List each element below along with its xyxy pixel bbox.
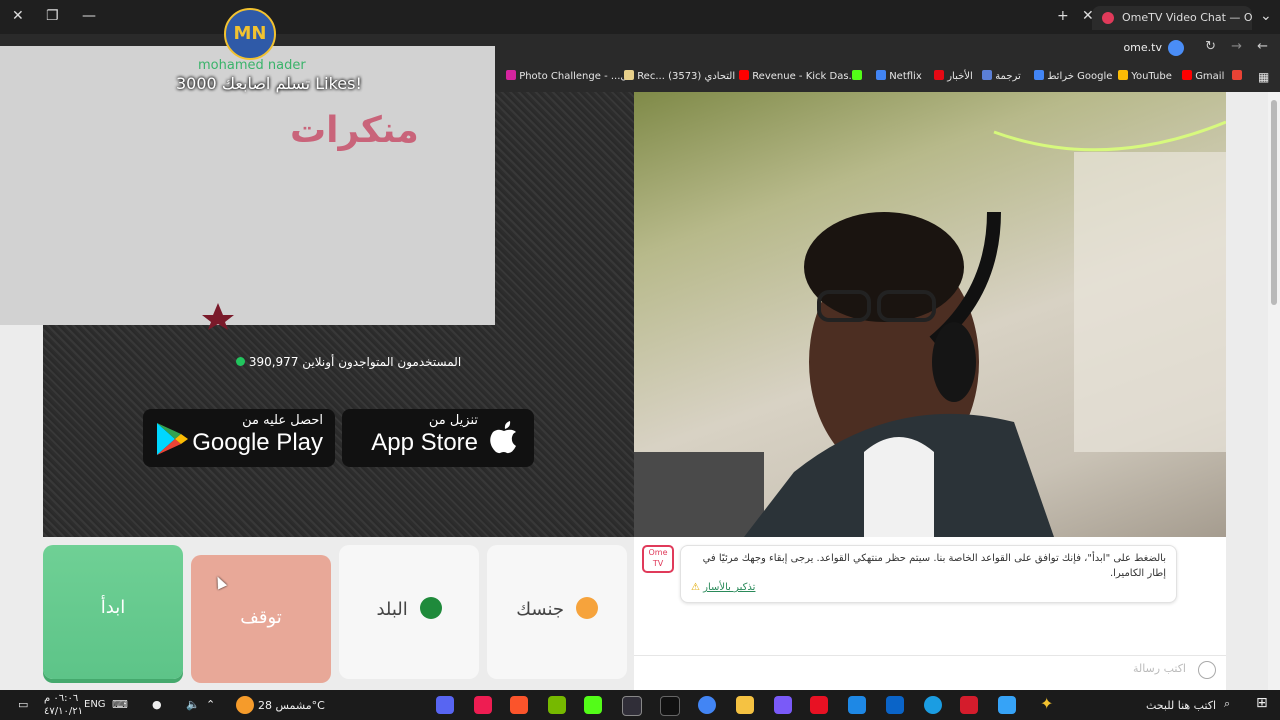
url-text[interactable]: ome.tv bbox=[1123, 41, 1162, 54]
apps-grid-icon[interactable]: ▦ bbox=[1258, 70, 1269, 84]
edge-icon[interactable] bbox=[924, 696, 942, 714]
bookmark-gmail[interactable]: Gmail bbox=[1178, 70, 1242, 82]
saudi-flag-icon bbox=[419, 597, 442, 619]
file-explorer-icon[interactable] bbox=[736, 696, 754, 714]
google-play-big-text: Google Play bbox=[192, 429, 323, 456]
streamer-name: mohamed nader bbox=[198, 58, 306, 73]
stop-label: توقف bbox=[240, 607, 282, 628]
nvidia-icon[interactable] bbox=[548, 696, 566, 714]
google-play-small-text: احصل عليه من bbox=[242, 413, 323, 428]
bookmark-translate[interactable]: ترجمة bbox=[978, 70, 1021, 82]
reminder-row: ⚠ تذكير بالأسار bbox=[691, 582, 755, 593]
emoji-icon[interactable] bbox=[1198, 661, 1216, 679]
minimize-icon[interactable]: — bbox=[82, 8, 96, 24]
boy-emoji-icon bbox=[575, 597, 598, 619]
windows-taskbar: ▭ ٠٦:٠٦ م ٤٧/١٠/٢١ ENG ⌨ ● 🔈 ⌃ مشمس 28°C… bbox=[0, 690, 1280, 720]
bookmark-revenue[interactable]: Revenue - Kick Das... bbox=[735, 70, 858, 82]
chrome-icon[interactable] bbox=[698, 696, 716, 714]
reminder-link[interactable]: تذكير بالأسار bbox=[703, 582, 755, 593]
adobe-icon[interactable] bbox=[960, 696, 978, 714]
close-icon[interactable]: ✕ bbox=[12, 8, 24, 24]
camera-indicator-icon[interactable] bbox=[1168, 40, 1184, 56]
bookmark-kick[interactable] bbox=[848, 70, 862, 82]
app-store-big-text: App Store bbox=[371, 429, 478, 456]
chevron-down-icon[interactable]: ⌄ bbox=[1260, 8, 1272, 24]
overlay-graphic-text: منكرات bbox=[290, 110, 421, 151]
remote-person-video bbox=[634, 120, 1226, 537]
tiktok-live-icon[interactable] bbox=[474, 696, 492, 714]
ometv-avatar-icon: Ome TV bbox=[642, 545, 674, 573]
likes-goal-text: 3000 تسلم اصابعك Likes! bbox=[176, 74, 362, 93]
copilot-icon[interactable] bbox=[998, 696, 1016, 714]
windows-start-icon[interactable]: ⊞ bbox=[1256, 695, 1268, 711]
online-count: 390,977 bbox=[248, 355, 299, 369]
online-label: المستخدمون المتواجدون أونلاين bbox=[302, 355, 462, 369]
gender-label: جنسك bbox=[516, 599, 565, 620]
bookmark-youtube[interactable]: YouTube bbox=[1114, 70, 1172, 82]
star-decoration-icon bbox=[202, 303, 234, 330]
start-button[interactable]: ابدأ bbox=[43, 545, 183, 679]
online-counter: المستخدمون المتواجدون أونلاين 390,977 bbox=[236, 355, 461, 369]
sparkle-icon[interactable]: ✦ bbox=[1040, 694, 1053, 713]
keyboard-icon[interactable]: ⌨ bbox=[112, 698, 128, 711]
back-icon[interactable]: ← bbox=[1257, 39, 1268, 54]
game-icon[interactable] bbox=[774, 696, 792, 714]
bookmark-news[interactable]: الأخبار bbox=[930, 70, 973, 82]
obs-icon[interactable] bbox=[622, 696, 642, 716]
discord-icon[interactable] bbox=[436, 696, 454, 714]
taskbar-search[interactable]: اكتب هنا للبحث bbox=[1146, 699, 1216, 712]
language-indicator[interactable]: ENG bbox=[84, 699, 106, 710]
ometv-favicon-icon bbox=[1102, 12, 1114, 24]
apple-icon bbox=[490, 421, 516, 454]
show-hidden-icons-icon[interactable]: ⌃ bbox=[206, 698, 215, 711]
start-label: ابدأ bbox=[100, 597, 126, 618]
online-dot-icon bbox=[236, 357, 245, 366]
clock-time[interactable]: ٠٦:٠٦ م bbox=[44, 693, 78, 704]
rules-message: بالضغط على "ابدأ"، فإنك توافق على القواع… bbox=[680, 545, 1177, 603]
browser-title-bar: ✕ ❐ — + ✕ OmeTV Video Chat — Ome ⌄ bbox=[0, 0, 1280, 34]
tab-title: OmeTV Video Chat — Ome bbox=[1122, 11, 1252, 24]
stop-button[interactable]: توقف bbox=[191, 555, 331, 683]
new-tab-icon[interactable]: + bbox=[1057, 8, 1069, 24]
google-play-icon bbox=[157, 423, 188, 455]
volume-icon[interactable]: 🔈 bbox=[186, 698, 200, 711]
restore-icon[interactable]: ❐ bbox=[46, 8, 59, 24]
brave-icon[interactable] bbox=[510, 696, 528, 714]
tiktok-icon[interactable] bbox=[660, 696, 680, 716]
microphone-icon[interactable]: ● bbox=[152, 698, 162, 711]
country-selector: البلد bbox=[339, 597, 479, 620]
chat-divider bbox=[634, 655, 1226, 656]
scrollbar-thumb[interactable] bbox=[1271, 100, 1277, 305]
message-input[interactable]: اكتب رسالة bbox=[1133, 662, 1186, 675]
outlook-icon[interactable] bbox=[886, 696, 904, 714]
bookmark-netflix[interactable]: Netflix bbox=[872, 70, 922, 82]
browser-tab[interactable]: OmeTV Video Chat — Ome bbox=[1092, 6, 1252, 30]
gender-button[interactable]: جنسك bbox=[487, 545, 627, 679]
notifications-icon[interactable]: ▭ bbox=[18, 698, 28, 711]
country-label: البلد bbox=[376, 599, 408, 620]
app-store-small-text: تنزيل من bbox=[428, 413, 478, 428]
app-3-icon[interactable] bbox=[848, 696, 866, 714]
search-icon[interactable]: ⌕ bbox=[1224, 697, 1230, 711]
weather-text[interactable]: مشمس 28°C bbox=[258, 699, 325, 712]
country-button[interactable]: البلد bbox=[339, 545, 479, 679]
reload-icon[interactable]: ↻ bbox=[1205, 39, 1216, 54]
kick-icon[interactable] bbox=[584, 696, 602, 714]
bookmark-photo-challenge[interactable]: Photo Challenge - ...ل bbox=[502, 70, 628, 82]
google-play-button[interactable]: احصل عليه من Google Play bbox=[143, 409, 335, 467]
media-player-icon[interactable] bbox=[810, 696, 828, 714]
streamer-logo: MN bbox=[224, 8, 276, 60]
forward-icon[interactable]: → bbox=[1231, 39, 1242, 54]
warning-icon: ⚠ bbox=[691, 582, 700, 593]
remote-video-panel bbox=[634, 92, 1226, 537]
weather-icon[interactable] bbox=[236, 696, 254, 714]
rules-text: بالضغط على "ابدأ"، فإنك توافق على القواع… bbox=[702, 553, 1166, 579]
clock-date[interactable]: ٤٧/١٠/٢١ bbox=[44, 706, 83, 717]
bookmark-maps[interactable]: خرائط Google bbox=[1030, 70, 1112, 82]
app-store-button[interactable]: تنزيل من App Store bbox=[342, 409, 534, 467]
gender-selector: جنسك bbox=[487, 597, 627, 620]
bookmark-rec[interactable]: Rec... انا التحادي (3573) bbox=[620, 70, 747, 82]
